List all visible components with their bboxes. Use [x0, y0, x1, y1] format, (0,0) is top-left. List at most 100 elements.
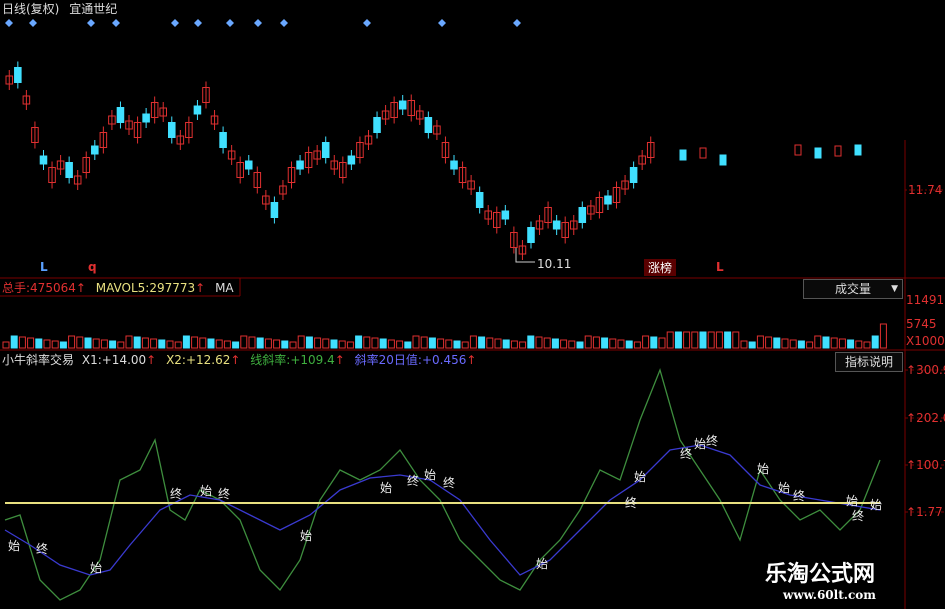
volume-scale-unit: X1000	[906, 334, 945, 348]
volume-bar	[765, 336, 773, 349]
marker-l2: L	[716, 260, 724, 274]
signal-end: 终	[36, 541, 48, 556]
volume-bar	[191, 336, 199, 349]
up-arrow-icon: ↑	[146, 353, 157, 367]
volume-bar	[592, 336, 600, 349]
volume-bar	[199, 337, 207, 349]
watermark-url: www.60lt.com	[783, 588, 876, 602]
chart-canvas[interactable]: 始终始终始终始始终始终始终始终始 终始始终 始终始	[0, 0, 945, 609]
line-slope-value: +109.4	[290, 353, 335, 367]
up-arrow-icon: ↑	[466, 353, 477, 367]
volume-bar	[84, 337, 92, 349]
total-value: 475064	[30, 281, 76, 295]
volume-bar	[76, 336, 84, 349]
signal-start: 始	[870, 498, 882, 512]
signal-end: 终	[407, 473, 419, 488]
signal-end: 终	[625, 495, 637, 510]
volume-bar	[601, 337, 609, 349]
volume-bar	[732, 331, 740, 349]
signal-start: 始	[300, 529, 312, 543]
volume-bar	[502, 339, 510, 349]
volume-bar	[68, 335, 76, 349]
volume-bar	[789, 339, 797, 349]
volume-bar	[519, 341, 527, 349]
volume-bar	[371, 337, 379, 349]
volume-bar	[273, 339, 281, 349]
x1-label: X1:	[81, 353, 102, 367]
volume-bar	[109, 340, 117, 349]
candle	[834, 145, 842, 157]
indicator-scale-100: ↑100.7	[906, 458, 945, 472]
volume-bar	[256, 337, 264, 349]
volume-bar	[666, 331, 674, 349]
price-axis-label: 11.74	[908, 183, 943, 197]
volume-header: 总手:475064↑ MAVOL5:297773↑ MA	[2, 279, 234, 297]
chevron-down-icon: ▼	[891, 284, 898, 294]
up-arrow-icon: ↑	[334, 353, 345, 367]
volume-bar	[576, 341, 584, 349]
candle	[854, 144, 862, 156]
diamond-markers	[5, 19, 521, 27]
volume-bar	[609, 338, 617, 349]
signal-start: 始	[757, 462, 769, 476]
signal-end: 终	[170, 486, 182, 501]
volume-bar	[535, 336, 543, 349]
volume-bar	[748, 341, 756, 349]
candlestick-series	[5, 61, 862, 260]
volume-bar	[625, 340, 633, 349]
watermark-title: 乐淘公式网	[765, 562, 876, 587]
volume-bar	[133, 336, 141, 349]
volume-bar	[396, 340, 404, 349]
indicator-explain-button[interactable]: 指标说明	[835, 352, 903, 372]
volume-bar	[223, 340, 231, 349]
volume-bar	[412, 335, 420, 349]
volume-bar	[551, 338, 559, 349]
mavol-label: MAVOL5:	[95, 281, 150, 295]
volume-bar	[297, 335, 305, 349]
volume-bar	[773, 337, 781, 349]
volume-bar	[740, 340, 748, 349]
volume-bar	[724, 331, 732, 349]
volume-bar	[699, 331, 707, 349]
volume-bar	[658, 337, 666, 349]
volume-bar	[871, 335, 879, 349]
volume-bar	[527, 335, 535, 349]
volume-bar	[2, 341, 10, 349]
signal-start: 始	[536, 557, 548, 571]
volume-dropdown[interactable]: 成交量 ▼	[803, 279, 903, 299]
volume-bar	[141, 337, 149, 349]
volume-bar	[814, 335, 822, 349]
volume-bar	[338, 340, 346, 349]
signal-end: 终	[680, 446, 692, 461]
x2-label: X2:	[166, 353, 186, 367]
volume-bar	[43, 339, 51, 349]
volume-bar	[617, 339, 625, 349]
volume-bar	[100, 339, 108, 349]
slope-avg-value: +0.456	[421, 353, 467, 367]
volume-bar	[453, 340, 461, 349]
volume-bar	[92, 338, 100, 349]
volume-bar	[781, 338, 789, 349]
volume-bar	[207, 338, 215, 349]
volume-bar	[289, 341, 297, 349]
indicator-name[interactable]: 小牛斜率交易	[2, 353, 74, 367]
volume-bar	[264, 338, 272, 349]
volume-bar	[642, 335, 650, 349]
candle	[814, 147, 822, 159]
volume-bar	[117, 341, 125, 349]
volume-bar	[830, 337, 838, 349]
volume-bar	[330, 339, 338, 349]
mavol-value: 297773	[149, 281, 196, 295]
candle	[679, 149, 687, 161]
volume-bar	[281, 340, 289, 349]
candle	[699, 147, 707, 159]
ma-truncated: MA	[215, 281, 234, 295]
line-slope-label: 线斜率:	[250, 353, 291, 367]
volume-bar	[560, 339, 568, 349]
volume-bar	[420, 336, 428, 349]
volume-bar	[756, 335, 764, 349]
up-arrow-icon: ↑	[195, 281, 206, 295]
rank-badge[interactable]: 涨榜	[644, 259, 677, 276]
volume-bar	[158, 339, 166, 349]
volume-bar	[461, 341, 469, 349]
